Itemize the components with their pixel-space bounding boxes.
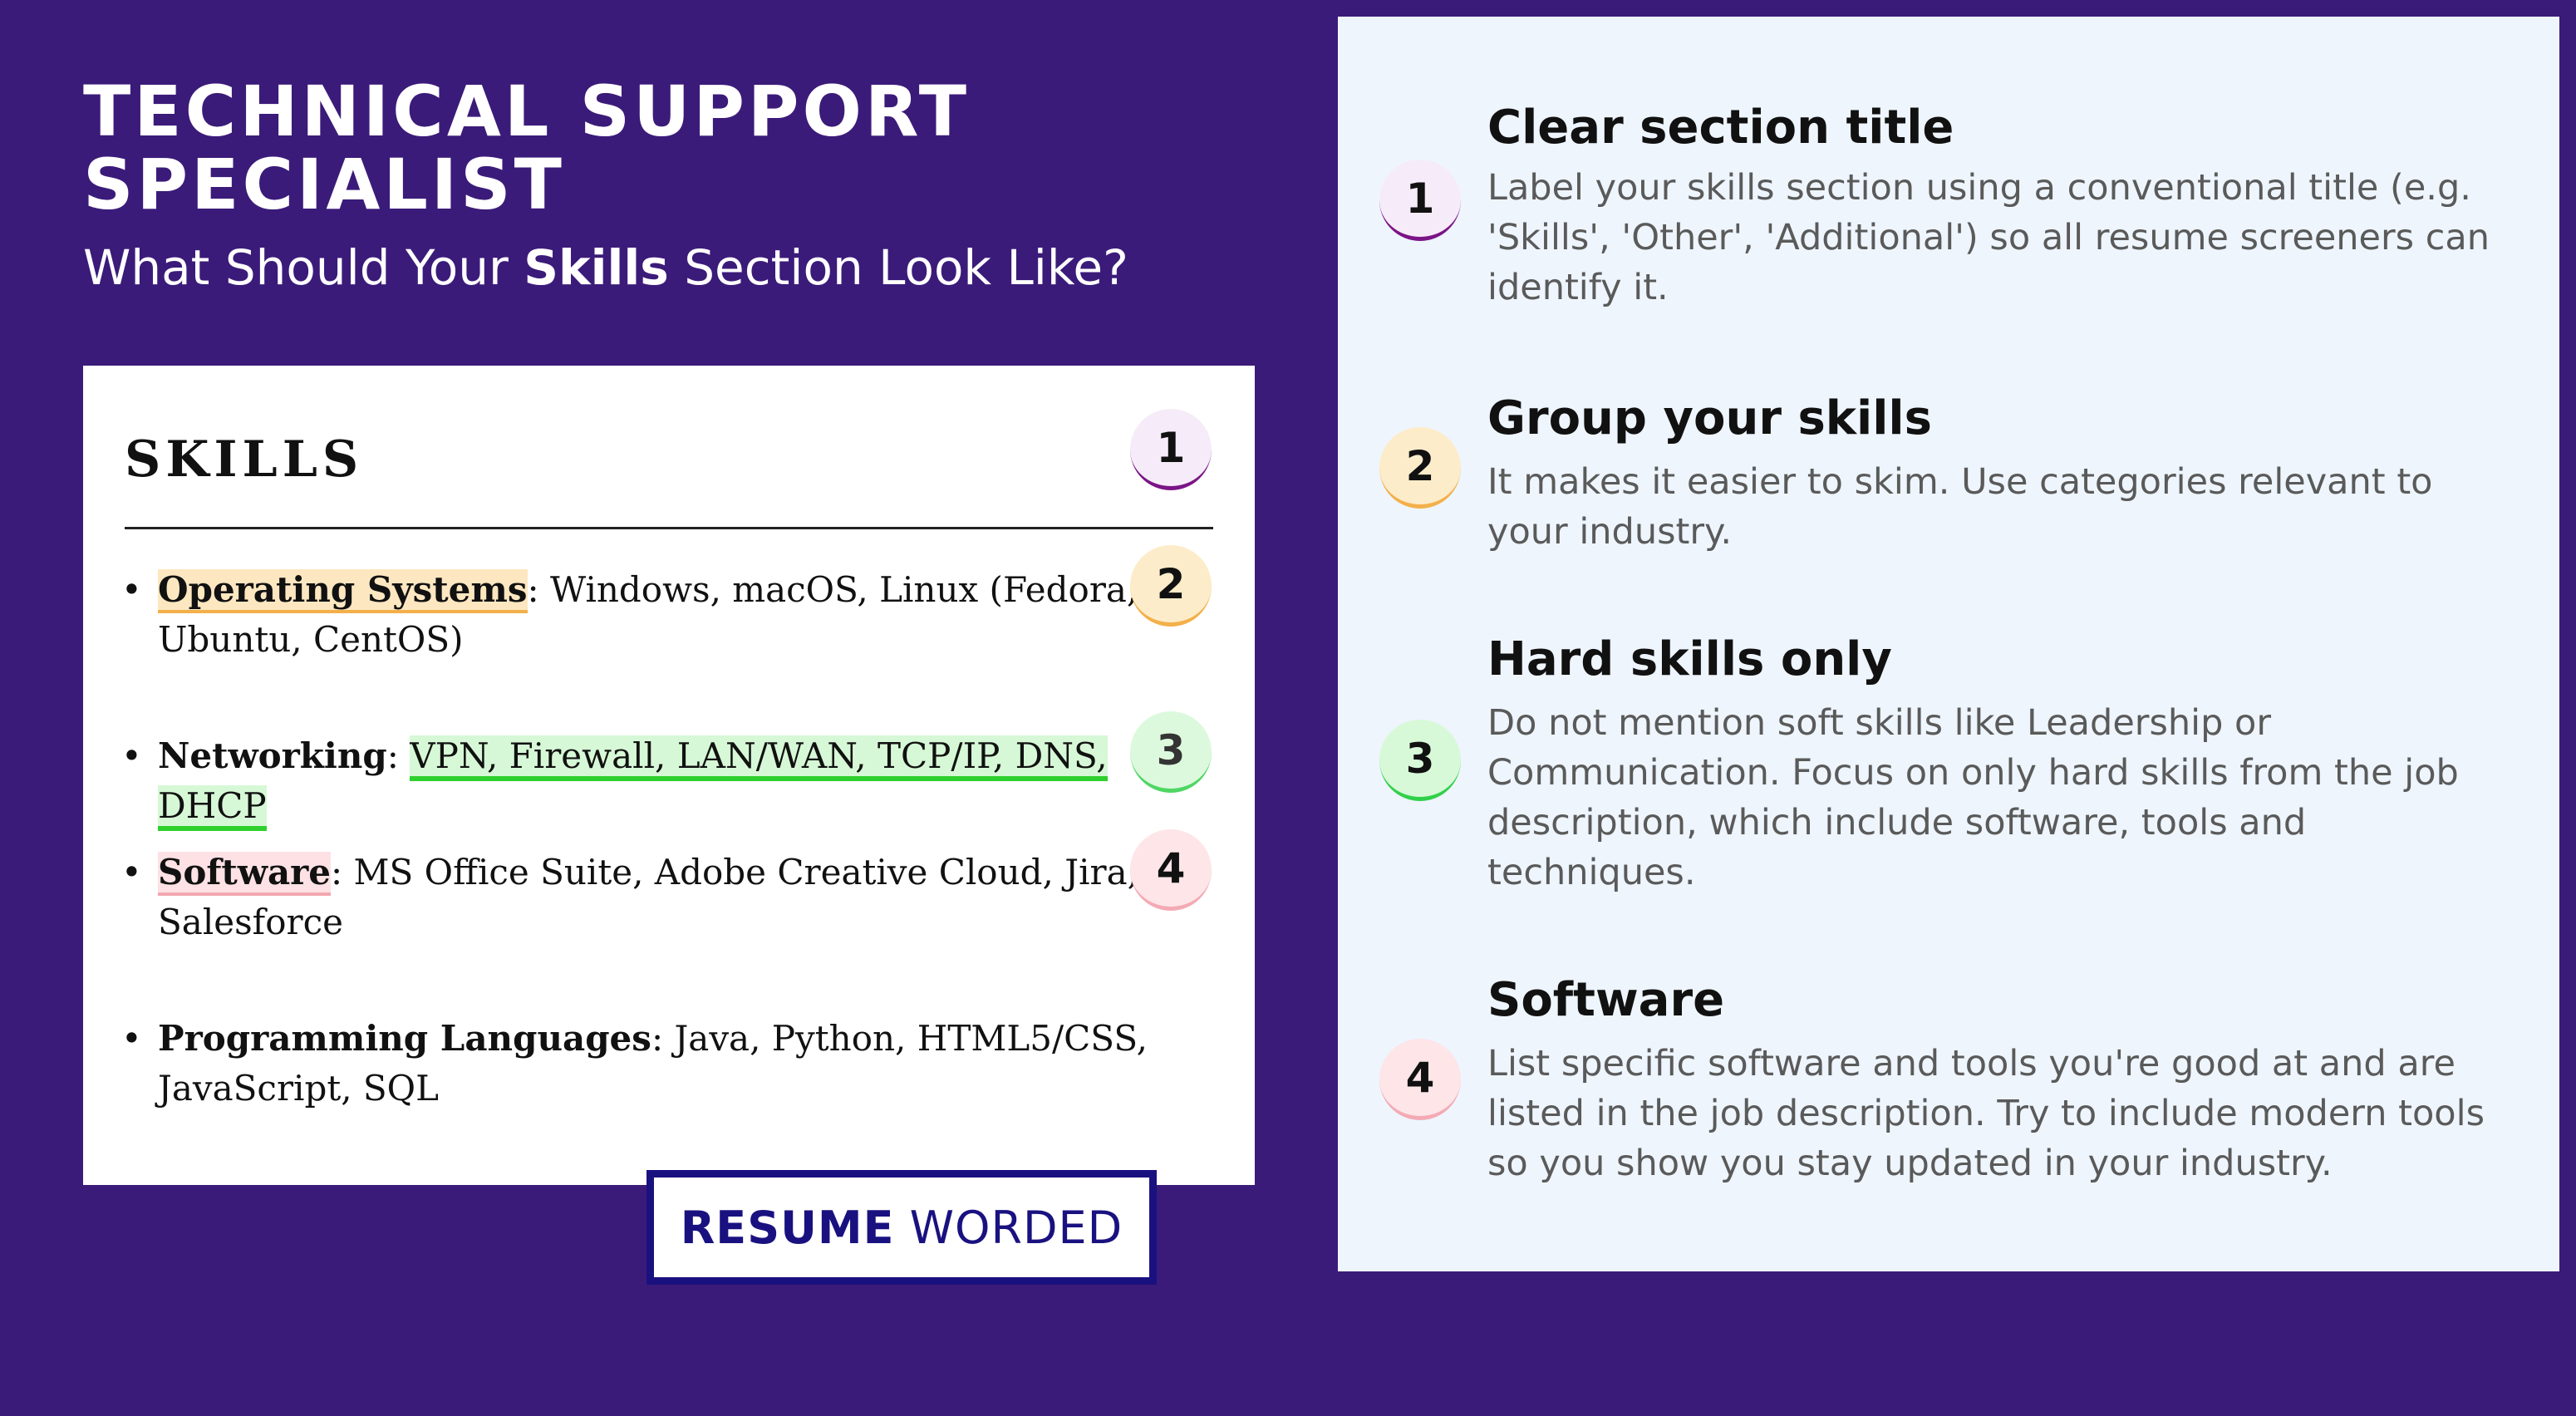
skill-item-programming-languages: Programming Languages: Java, Python, HTM…	[121, 1014, 1155, 1114]
badge-4: 4	[1130, 829, 1212, 911]
resume-skills-card: SKILLS 1 Operating Systems: Windows, mac…	[83, 366, 1255, 1185]
skills-section-title: SKILLS	[125, 430, 364, 489]
page-title: TECHNICAL SUPPORT SPECIALIST	[83, 71, 971, 225]
logo-regular-text: WORDED	[909, 1201, 1123, 1254]
skill-item-software: Software: MS Office Suite, Adobe Creativ…	[121, 848, 1155, 947]
tip-4-badge: 4	[1379, 1039, 1461, 1120]
skill-category: Software	[158, 852, 332, 896]
tip-4-body: List specific software and tools you're …	[1487, 1043, 2485, 1184]
skill-category: Operating Systems	[158, 569, 528, 613]
tip-1-badge: 1	[1379, 160, 1461, 241]
skill-separator: :	[386, 735, 410, 776]
tip-3-title: Hard skills only	[1487, 632, 1892, 686]
skill-separator: :	[527, 569, 539, 610]
tip-2-badge: 2	[1379, 427, 1461, 509]
skill-item-operating-systems: Operating Systems: Windows, macOS, Linux…	[121, 565, 1155, 665]
section-divider	[125, 527, 1213, 529]
skill-category: Programming Languages	[158, 1018, 651, 1059]
page-subtitle: What Should Your Skills Section Look Lik…	[83, 238, 1296, 297]
tip-4-title: Software	[1487, 973, 1725, 1027]
skill-separator: :	[331, 852, 343, 892]
tips-panel: Clear section title 1 Label your skills …	[1338, 17, 2559, 1271]
subtitle-post: Section Look Like?	[668, 239, 1128, 296]
resume-worded-logo: RESUME WORDED	[646, 1170, 1157, 1285]
badge-3: 3	[1130, 711, 1212, 793]
skill-category: Networking	[158, 735, 387, 776]
badge-1: 1	[1130, 409, 1212, 490]
subtitle-bold: Skills	[524, 239, 669, 296]
skill-item-networking: Networking: VPN, Firewall, LAN/WAN, TCP/…	[121, 731, 1205, 831]
logo-bold-text: RESUME	[680, 1201, 895, 1254]
badge-2: 2	[1130, 545, 1212, 627]
skill-separator: :	[651, 1018, 664, 1059]
tip-2-title: Group your skills	[1487, 391, 1932, 445]
subtitle-pre: What Should Your	[83, 239, 524, 296]
tip-3-badge: 3	[1379, 720, 1461, 801]
tip-3-body: Do not mention soft skills like Leadersh…	[1487, 702, 2459, 893]
tip-1-title: Clear section title	[1487, 101, 1954, 155]
tip-1-body: Label your skills section using a conven…	[1487, 167, 2490, 308]
tip-2-body: It makes it easier to skim. Use categori…	[1487, 461, 2433, 553]
